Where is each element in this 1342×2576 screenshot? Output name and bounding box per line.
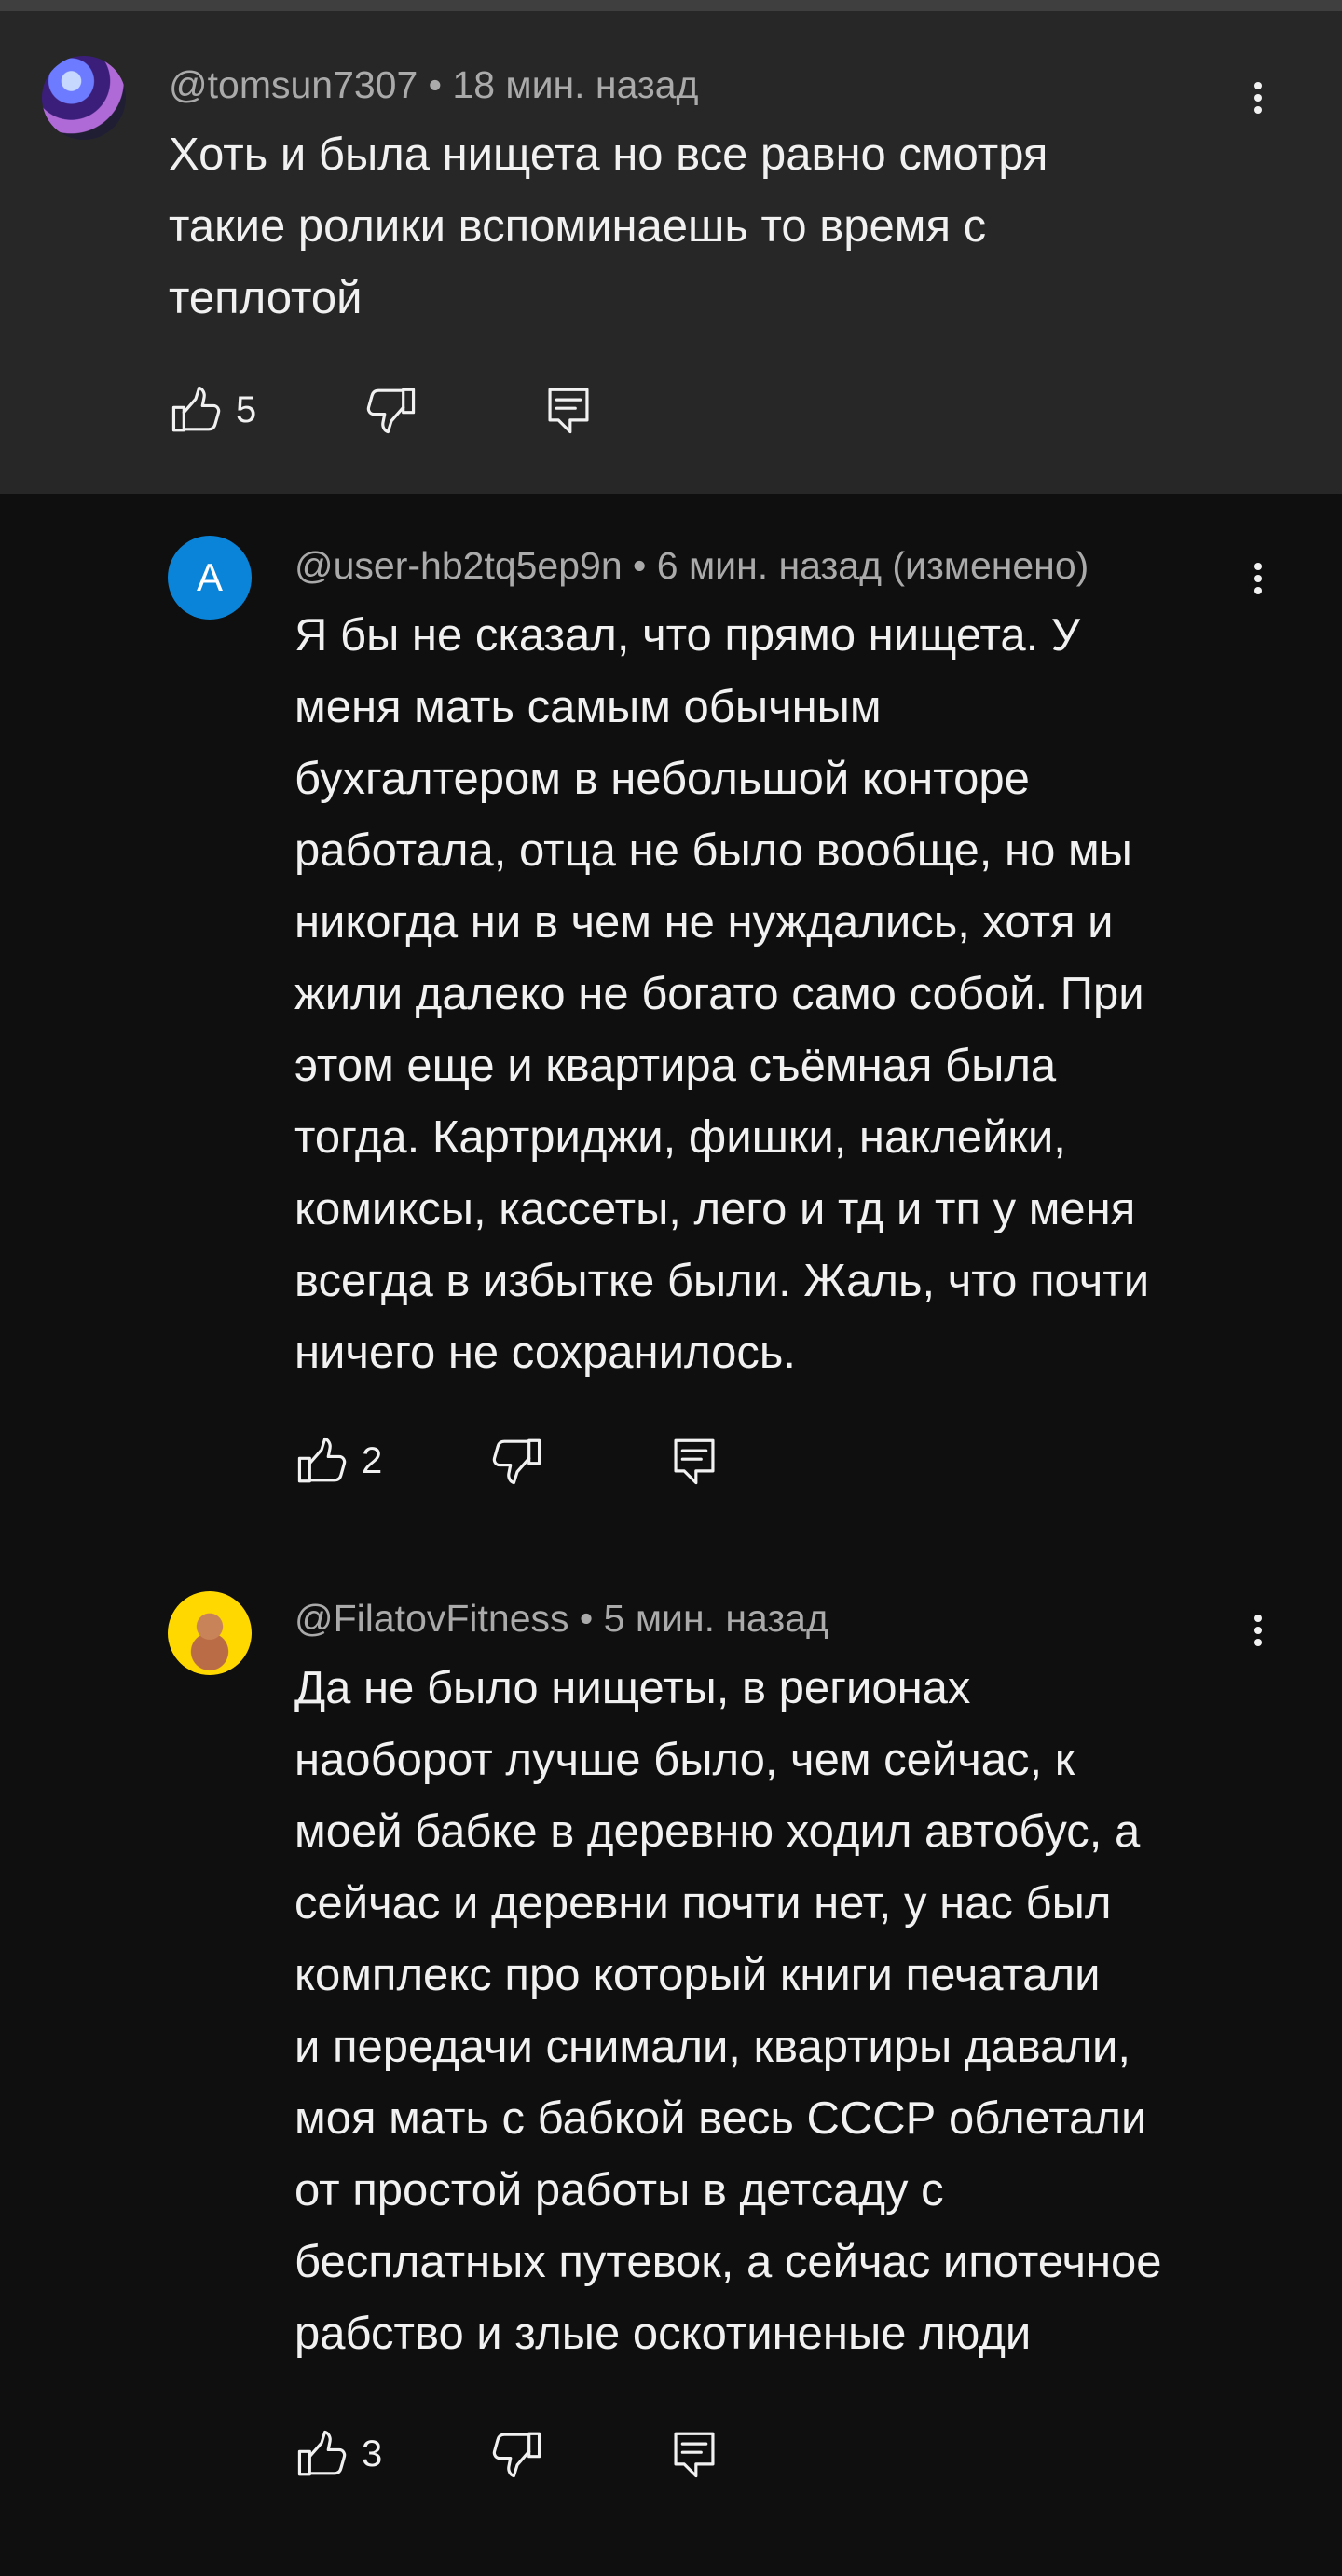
thumb-up-icon [171,386,221,432]
user-avatar-icon[interactable]: A [168,536,252,620]
thumb-down-icon [366,388,416,434]
avatar-letter: A [196,555,223,599]
like-count: 5 [236,388,257,430]
reply-button[interactable] [667,1428,721,1493]
reply-button[interactable] [541,377,596,443]
more-vertical-icon[interactable] [1239,546,1277,611]
reply-icon [674,1438,715,1485]
comment-meta: @user-hb2tq5ep9n • 6 мин. назад (изменен… [294,540,1089,591]
like-button[interactable]: 5 [169,377,256,443]
dislike-button[interactable] [364,377,418,443]
comment-content: @tomsun7307 • 18 мин. назад Хоть и была … [169,60,1194,451]
thumb-up-icon [297,1437,347,1483]
more-vertical-icon[interactable] [1239,1598,1277,1663]
reply-button[interactable] [667,2421,721,2487]
comment-time: • 6 мин. назад (изменено) [622,544,1089,587]
thumb-down-icon [492,2432,541,2478]
comment-content: @FilatovFitness • 5 мин. назад Да не был… [294,1593,1292,2553]
user-avatar-icon[interactable] [42,56,126,140]
comment-text: Хоть и была нищета но все равно смотря т… [169,129,1048,323]
user-avatar-icon[interactable] [168,1591,252,1675]
comment-actions: 5 [169,377,691,443]
comment-3: @FilatovFitness • 5 мин. назад Да не был… [0,1574,1342,2571]
comment-time: • 18 мин. назад [418,63,699,106]
comment-meta: @tomsun7307 • 18 мин. назад [169,60,698,110]
comment-text: Да не было нищеты, в регионах наоборот л… [294,1663,1162,2359]
comment-text: Я бы не сказал, что прямо нищета. У меня… [294,610,1150,1378]
comment-actions: 3 [294,2421,816,2487]
like-count: 2 [362,1439,383,1481]
comment-meta: @FilatovFitness • 5 мин. назад [294,1593,828,1643]
comment-content: @user-hb2tq5ep9n • 6 мин. назад (изменен… [294,540,1264,1500]
comment-time: • 5 мин. назад [568,1597,828,1640]
thumb-down-icon [492,1438,541,1485]
like-button[interactable]: 2 [294,1428,382,1493]
thumb-up-icon [297,2430,347,2476]
like-count: 3 [362,2433,383,2474]
like-button[interactable]: 3 [294,2421,382,2487]
comment-author[interactable]: @user-hb2tq5ep9n [294,544,623,587]
comment-author[interactable]: @FilatovFitness [294,1597,569,1640]
comment-author[interactable]: @tomsun7307 [169,63,418,106]
comment-2: A @user-hb2tq5ep9n • 6 мин. назад (измен… [0,522,1342,1528]
dislike-button[interactable] [490,1428,544,1493]
comment-actions: 2 [294,1428,816,1493]
dislike-button[interactable] [490,2421,544,2487]
more-vertical-icon[interactable] [1239,65,1277,130]
comment-1: @tomsun7307 • 18 мин. назад Хоть и была … [0,0,1342,494]
reply-icon [674,2432,715,2478]
reply-icon [548,388,589,434]
